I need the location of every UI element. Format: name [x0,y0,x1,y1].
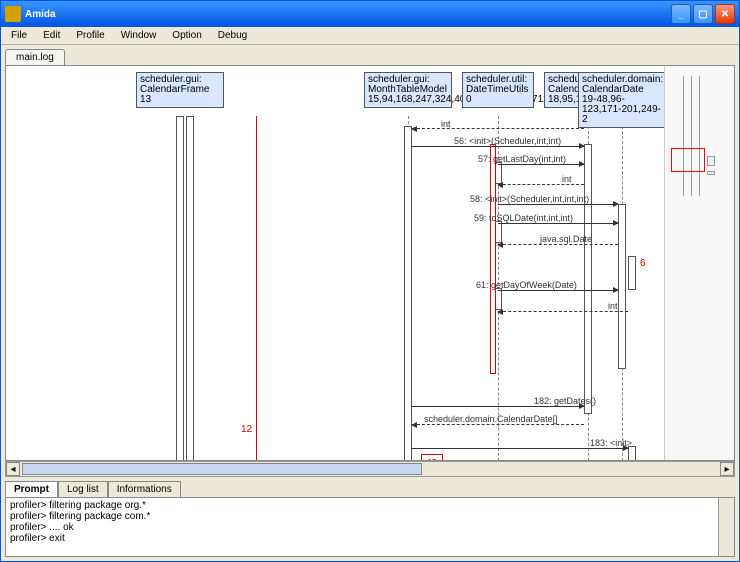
msg-59-label: 59: toSQLDate(int,int,int) [474,213,573,223]
ret-int3 [498,311,628,312]
ret-int-label: int [441,119,451,129]
lifeline-ids: 13 [140,95,220,105]
msg-183[interactable] [412,448,628,449]
msg-56[interactable] [412,146,584,147]
lifeline-calendardate[interactable]: scheduler.domain: CalendarDate 19-48,96-… [578,72,664,128]
console-line: profiler> .... ok [10,522,730,533]
overview-viewport[interactable] [671,148,705,172]
menu-debug[interactable]: Debug [210,28,255,43]
minimize-button[interactable]: _ [671,4,691,24]
console-output[interactable]: profiler> filtering package org.* profil… [5,497,735,557]
scroll-thumb[interactable] [22,463,422,475]
ret-int2-label: int [562,174,572,184]
msg-183-label: 183: <init> [590,438,632,448]
msg-58-label: 58: <init>(Scheduler,int,int,int) [470,194,589,204]
msg-182-label: 182: getDates() [534,396,596,406]
activation[interactable] [584,144,592,414]
lifeline-cls: DateTimeUtils [466,85,530,95]
msg-182[interactable] [412,406,584,407]
lifeline-ids: 15,94,168,247,324,402,479,557,635,712,79… [368,95,448,105]
lifeline-ids: 19-48,96-123,171-201,249-2 [582,95,662,125]
horizontal-scrollbar[interactable]: ◂ ▸ [5,461,735,477]
msg-58[interactable] [498,204,618,205]
close-button[interactable]: ✕ [715,4,735,24]
msg-59[interactable] [498,223,618,224]
ret-sqldate-label: java.sql.Date [540,234,592,244]
red-label-42: 42 [426,458,437,460]
window-title: Amida [25,9,671,20]
activation[interactable] [628,256,636,290]
red-label-12: 12 [241,424,252,435]
console-line: profiler> exit [10,533,730,544]
menu-file[interactable]: File [3,28,35,43]
bottom-panel: Prompt Log list Informations profiler> f… [5,481,735,557]
sequence-diagram[interactable]: scheduler.gui: CalendarFrame 13 schedule… [6,66,664,460]
activation[interactable] [176,116,184,460]
menubar: File Edit Profile Window Option Debug [1,27,739,45]
tab-informations[interactable]: Informations [108,481,181,497]
overview-pane[interactable] [664,66,734,460]
msg-57-label: 57: getLastDay(int,int) [478,154,566,164]
ret-arr [412,424,584,425]
msg-57[interactable] [498,164,584,165]
menu-profile[interactable]: Profile [68,28,112,43]
msg-61-label: 61: getDayOfWeek(Date) [476,280,577,290]
lifeline-ids: 0 [466,95,530,105]
ret-arr-label: scheduler.domain.CalendarDate[] [424,414,558,424]
tab-loglist[interactable]: Log list [58,481,108,497]
overview-element [691,76,692,196]
activation[interactable] [404,126,412,460]
lifeline-cls: CalendarFrame [140,85,220,95]
lifeline-monthtablemodel[interactable]: scheduler.gui: MonthTableModel 15,94,168… [364,72,452,108]
activation[interactable] [618,204,626,369]
overview-element [699,76,700,196]
app-window: Amida _ ▢ ✕ File Edit Profile Window Opt… [0,0,740,562]
menu-window[interactable]: Window [113,28,165,43]
lifeline-datetimeutils[interactable]: scheduler.util: DateTimeUtils 0 [462,72,534,108]
console-line: profiler> filtering package com.* [10,511,730,522]
document-tabs: main.log [1,45,739,65]
msg-56-label: 56: <init>(Scheduler,int,int) [454,136,561,146]
scroll-right-icon[interactable]: ▸ [720,462,734,476]
ret-int3-label: int [608,301,618,311]
tab-main-log[interactable]: main.log [5,49,65,65]
menu-option[interactable]: Option [164,28,209,43]
overview-element [707,171,715,175]
msg-61[interactable] [498,290,618,291]
main-area: scheduler.gui: CalendarFrame 13 schedule… [5,65,735,461]
console-line: profiler> filtering package org.* [10,500,730,511]
menu-edit[interactable]: Edit [35,28,68,43]
activation[interactable] [628,446,636,460]
maximize-button[interactable]: ▢ [693,4,713,24]
ret-sqldate [498,244,618,245]
red-lifeline [256,116,257,460]
ret-int [412,128,584,129]
red-label-6: 6 [640,258,646,269]
bottom-tabs: Prompt Log list Informations [5,481,735,497]
lifeline-calendarframe[interactable]: scheduler.gui: CalendarFrame 13 [136,72,224,108]
activation[interactable] [186,116,194,460]
overview-element [707,156,715,166]
ret-int2 [498,184,584,185]
console-vertical-scrollbar[interactable] [718,498,734,556]
tab-prompt[interactable]: Prompt [5,481,58,497]
titlebar[interactable]: Amida _ ▢ ✕ [1,1,739,27]
app-icon [5,6,21,22]
scroll-left-icon[interactable]: ◂ [6,462,20,476]
red-activation [490,144,496,374]
overview-element [683,76,684,196]
